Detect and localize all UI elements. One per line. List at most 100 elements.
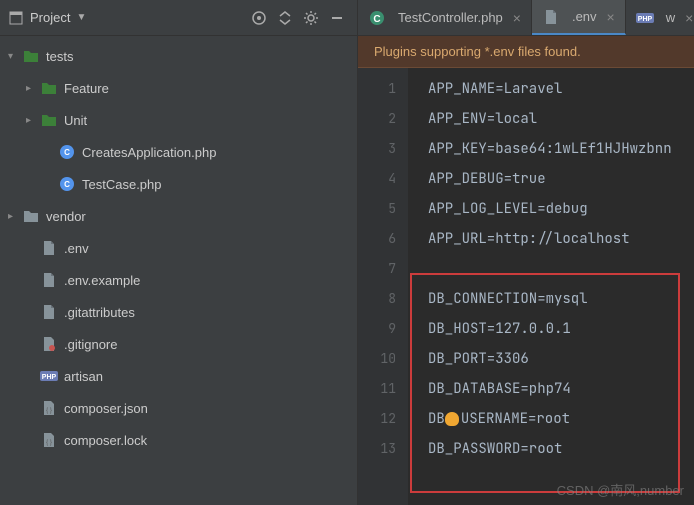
line-gutter: 12345678910111213 [358,68,408,505]
tree-arrow-icon[interactable]: ▸ [26,115,40,126]
close-icon[interactable]: × [513,10,521,26]
code-line[interactable]: APP_ENV=local [428,104,694,134]
tree-item-label: composer.json [64,401,148,416]
tree-item-label: TestCase.php [82,177,162,192]
code-line[interactable] [428,254,694,284]
tab-label: TestController.php [398,10,503,25]
tree-item--env[interactable]: .env [0,232,357,264]
code-line[interactable]: DB_DATABASE=php74 [428,374,694,404]
svg-text:PHP: PHP [638,16,653,23]
close-icon[interactable]: × [607,9,615,25]
tree-item-createsapplication-php[interactable]: CCreatesApplication.php [0,136,357,168]
close-icon[interactable]: × [685,10,693,26]
notification-bar[interactable]: Plugins supporting *.env files found. [358,36,694,68]
line-number: 5 [358,194,396,224]
tree-item-label: tests [46,49,73,64]
tree-item--gitignore[interactable]: .gitignore [0,328,357,360]
tree-item-feature[interactable]: ▸ Feature [0,72,357,104]
file-icon [40,240,58,256]
sidebar-header: Project ▼ [0,0,357,36]
code-line[interactable]: APP_URL=http://localhost [428,224,694,254]
line-number: 13 [358,434,396,464]
tree-item-label: .gitattributes [64,305,135,320]
php-badge-icon: PHP [636,11,654,25]
tab-label: w [666,10,675,25]
folder-green-icon [40,81,58,95]
tree-item-label: .gitignore [64,337,117,352]
line-number: 8 [358,284,396,314]
tree-item-tests[interactable]: ▾ tests [0,40,357,72]
line-number: 12 [358,404,396,434]
code-line[interactable]: DBUSERNAME=root [428,404,694,434]
tree-item-label: artisan [64,369,103,384]
file-icon [40,304,58,320]
folder-icon [22,209,40,223]
tree-item-label: .env.example [64,273,140,288]
code-area: 12345678910111213 APP_NAME=LaravelAPP_EN… [358,68,694,505]
tree-item-label: composer.lock [64,433,147,448]
tree-item--env-example[interactable]: .env.example [0,264,357,296]
code-line[interactable]: DB_HOST=127.0.0.1 [428,314,694,344]
line-number: 6 [358,224,396,254]
expand-all-button[interactable] [273,6,297,30]
project-sidebar: Project ▼ ▾ tests ▸ Feature ▸ Unit CCreatesApp… [0,0,358,505]
tree-item-composer-json[interactable]: { } composer.json [0,392,357,424]
file-icon [40,272,58,288]
code-line[interactable]: APP_NAME=Laravel [428,74,694,104]
settings-button[interactable] [299,6,323,30]
tree-item-label: Unit [64,113,87,128]
select-opened-file-button[interactable] [247,6,271,30]
json-icon: { } [40,432,58,448]
gitignore-icon [40,336,58,352]
tab--env[interactable]: .env × [532,0,626,35]
svg-text:{ }: { } [46,440,52,446]
editor-tabs: C TestController.php × .env × PHP w × [358,0,694,36]
line-number: 4 [358,164,396,194]
php-icon: C [58,176,76,192]
line-number: 1 [358,74,396,104]
tree-item-composer-lock[interactable]: { } composer.lock [0,424,357,456]
code-line[interactable]: DB_CONNECTION=mysql [428,284,694,314]
tree-item--gitattributes[interactable]: .gitattributes [0,296,357,328]
line-number: 9 [358,314,396,344]
intention-bulb-icon[interactable] [445,412,459,426]
svg-text:C: C [64,148,70,157]
code-line[interactable]: APP_LOG_LEVEL=debug [428,194,694,224]
tree-item-vendor[interactable]: ▸ vendor [0,200,357,232]
code-line[interactable]: APP_KEY=base64:1wLEf1HJHwzbnn [428,134,694,164]
folder-green-icon [22,49,40,63]
line-number: 10 [358,344,396,374]
editor-area: C TestController.php × .env × PHP w × Plugins s… [358,0,694,505]
tab-w[interactable]: PHP w × [626,0,694,35]
code-line[interactable]: APP_DEBUG=true [428,164,694,194]
tree-arrow-icon[interactable]: ▸ [26,83,40,94]
tab-label: .env [572,9,597,24]
svg-text:{ }: { } [46,408,52,414]
tree-arrow-icon[interactable]: ▸ [8,211,22,222]
code-line[interactable]: DB_PASSWORD=root [428,434,694,464]
c-icon-icon: C [368,10,386,26]
svg-text:C: C [373,14,380,25]
code-content[interactable]: APP_NAME=LaravelAPP_ENV=localAPP_KEY=bas… [408,68,694,505]
chevron-down-icon[interactable]: ▼ [76,12,86,23]
tree-item-testcase-php[interactable]: C TestCase.php [0,168,357,200]
svg-text:PHP: PHP [42,374,57,381]
tree-item-label: Feature [64,81,109,96]
hide-button[interactable] [325,6,349,30]
line-number: 11 [358,374,396,404]
line-number: 7 [358,254,396,284]
tab-testcontroller-php[interactable]: C TestController.php × [358,0,532,35]
project-label[interactable]: Project [30,10,70,25]
file-icon [542,9,560,25]
line-number: 3 [358,134,396,164]
svg-text:C: C [64,180,70,189]
tree-arrow-icon[interactable]: ▾ [8,51,22,62]
json-icon: { } [40,400,58,416]
php-icon: C [58,144,76,160]
file-tree: ▾ tests ▸ Feature ▸ Unit CCreatesApplication.p… [0,36,357,505]
line-number: 2 [358,104,396,134]
tree-item-artisan[interactable]: PHP artisan [0,360,357,392]
tree-item-unit[interactable]: ▸ Unit [0,104,357,136]
code-line[interactable]: DB_PORT=3306 [428,344,694,374]
tree-item-label: vendor [46,209,86,224]
